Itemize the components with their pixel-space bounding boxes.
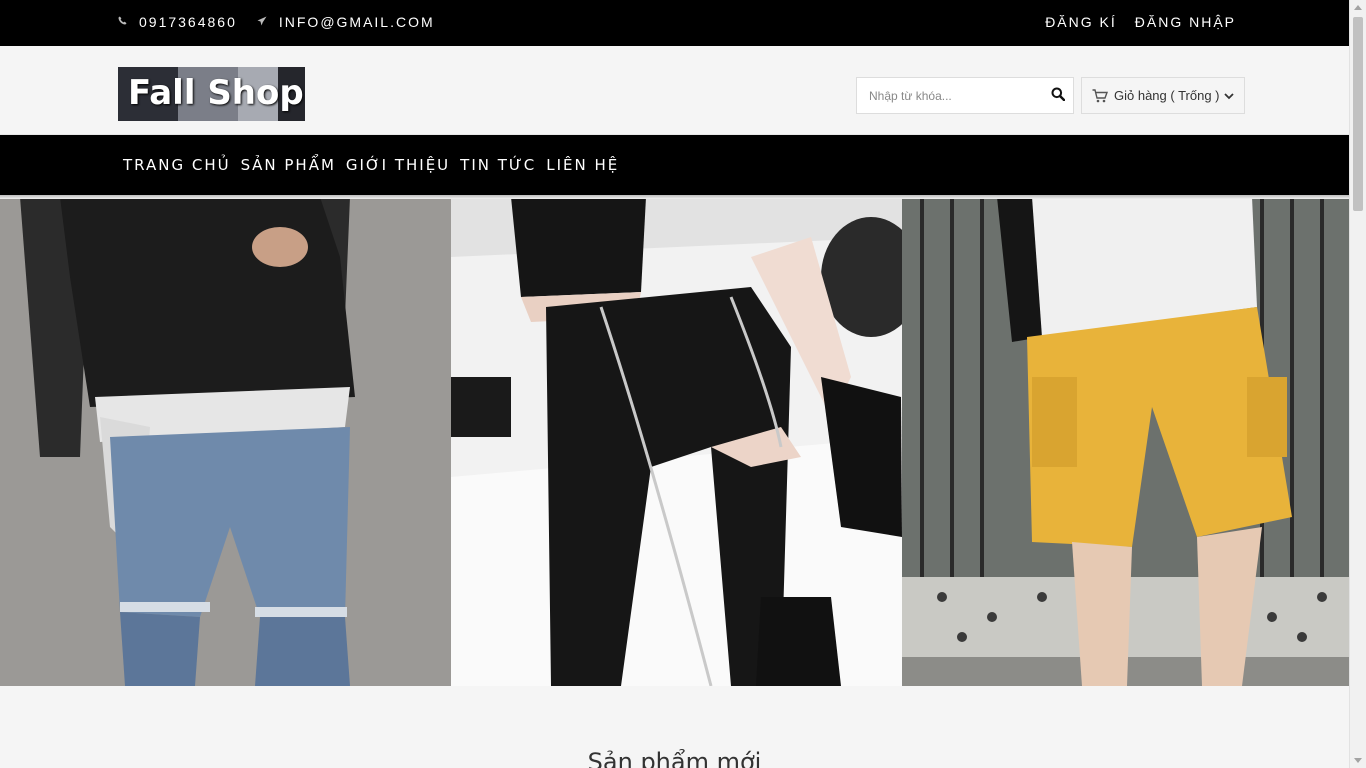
nav-item-products[interactable]: SẢN PHẨM (241, 156, 336, 174)
paper-plane-icon (257, 16, 267, 29)
search-icon[interactable] (1051, 87, 1069, 105)
cart-icon (1092, 88, 1108, 103)
scrollbar-thumb[interactable] (1353, 17, 1363, 211)
page-scrollbar[interactable] (1349, 0, 1366, 768)
banner-image-jeans-outfit[interactable] (0, 197, 451, 686)
top-bar: 0917364860 INFO@GMAIL.COM ĐĂNG KÍ ĐĂNG N… (0, 0, 1349, 46)
banner-image-black-skirt[interactable] (451, 197, 902, 686)
nav-item-contact[interactable]: LIÊN HỆ (546, 156, 619, 174)
email-address: INFO@GMAIL.COM (278, 14, 435, 30)
register-link[interactable]: ĐĂNG KÍ (1045, 14, 1117, 30)
section-title-new-products: Sản phẩm mới (587, 748, 762, 768)
cart-label: Giỏ hàng ( Trống ) (1114, 88, 1220, 103)
phone-icon (118, 16, 127, 28)
header: Fall Shop Giỏ hàng ( Trống ) (0, 46, 1349, 135)
main-nav: TRANG CHỦ SẢN PHẨM GIỚI THIỆU TIN TỨC LI… (0, 135, 1349, 195)
chevron-down-icon (1223, 92, 1234, 100)
auth-links: ĐĂNG KÍ ĐĂNG NHẬP (1045, 14, 1236, 30)
login-link[interactable]: ĐĂNG NHẬP (1135, 14, 1236, 30)
nav-item-home[interactable]: TRANG CHỦ (123, 156, 231, 174)
nav-item-about[interactable]: GIỚI THIỆU (346, 156, 450, 174)
search-input[interactable] (857, 78, 1047, 113)
nav-shadow (0, 195, 1349, 199)
cart-button[interactable]: Giỏ hàng ( Trống ) (1081, 77, 1245, 114)
nav-item-news[interactable]: TIN TỨC (460, 156, 536, 174)
scroll-up-icon[interactable] (1354, 5, 1362, 10)
hero-banner (0, 197, 1349, 686)
search-box (856, 77, 1074, 114)
banner-image-yellow-shorts[interactable] (902, 197, 1349, 686)
phone-number: 0917364860 (139, 14, 237, 30)
scroll-down-icon[interactable] (1354, 758, 1362, 763)
logo[interactable]: Fall Shop (118, 67, 305, 121)
logo-text: Fall Shop (128, 73, 304, 113)
contact-info: 0917364860 INFO@GMAIL.COM (118, 14, 455, 30)
